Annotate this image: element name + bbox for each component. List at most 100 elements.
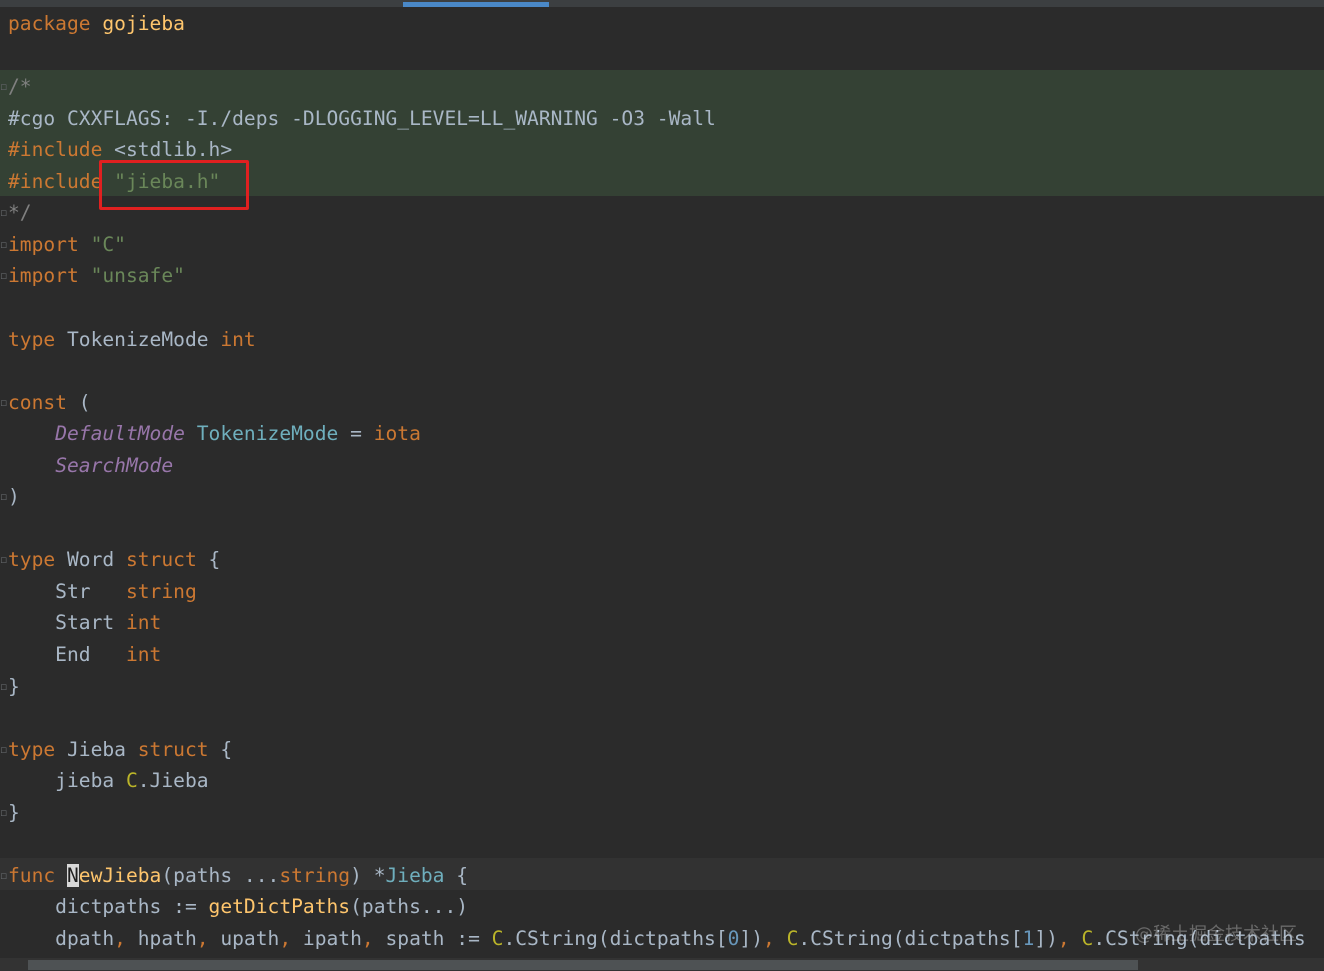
code-line[interactable]: } [8,671,20,702]
code-token: func [8,863,56,887]
code-token: ( [66,390,91,414]
code-token: jieba [8,769,126,793]
code-line[interactable]: Str string [8,576,197,607]
code-token: DefaultMode [55,422,185,446]
code-token: { [208,737,233,761]
code-token: hpath [125,926,197,950]
code-line[interactable]: */ [8,197,32,228]
code-token: 0 [727,926,740,950]
code-token: ) [8,485,20,509]
code-token: N [66,863,79,887]
fold-marker-icon[interactable]: ▫ [0,671,8,702]
code-token: spath := [373,926,492,950]
code-line[interactable]: dpath, hpath, upath, ipath, spath := C.C… [8,923,1305,954]
code-line[interactable]: type Word struct { [8,544,220,575]
code-line[interactable]: type TokenizeMode int [8,324,256,355]
horizontal-scrollbar[interactable] [0,958,1324,971]
code-line[interactable]: package gojieba [8,8,185,39]
code-token: C [786,926,799,950]
code-line[interactable]: jieba C.Jieba [8,765,208,796]
code-token: "unsafe" [90,264,185,288]
code-line[interactable]: ) [8,481,20,512]
code-token: upath [208,926,280,950]
code-line[interactable]: /* [8,71,32,102]
editor-tab-bar [0,0,1324,7]
code-token: Word [55,548,126,572]
fold-marker-icon[interactable]: ▫ [0,197,8,228]
scrollbar-thumb[interactable] [28,960,1138,970]
code-token: End [8,643,126,666]
code-editor[interactable]: ▫ ▫ ▫ ▫ ▫ ▫ ▫ ▫ ▫ ▫ ▫ package gojieba/* #cgo CXXFLA… [0,0,1324,971]
code-token: .CString(dictpaths[ [503,926,728,950]
code-token: int [125,611,162,635]
code-line[interactable]: #cgo CXXFLAGS: -I./deps -DLOGGING_LEVEL=… [8,103,716,134]
code-line[interactable]: const ( [8,387,91,418]
fold-marker-icon[interactable]: ▫ [0,544,8,575]
code-token: TokenizeMode [55,327,221,351]
fold-marker-icon[interactable]: ▫ [0,481,8,512]
active-tab-indicator[interactable] [403,2,549,7]
fold-marker-icon[interactable]: ▫ [0,797,8,828]
code-token: ]) [1034,926,1058,950]
code-token: ]) [739,926,763,950]
code-token: */ [8,201,32,225]
code-token: "C" [90,232,126,256]
code-line[interactable]: SearchMode [8,450,173,481]
code-token: type [8,737,56,761]
code-token: iota [373,422,421,446]
code-line[interactable]: End int [8,639,161,670]
fold-marker-icon[interactable]: ▫ [0,71,8,102]
fold-marker-icon[interactable]: ▫ [0,260,8,291]
code-token: { [444,863,469,887]
code-token: type [8,548,56,572]
code-line[interactable]: import "C" [8,229,126,260]
code-token: type [8,327,56,351]
watermark: @稀土掘金技术社区 [1135,924,1297,945]
code-token: .CString(dictpaths[ [798,926,1023,950]
fold-marker-icon[interactable]: ▫ [0,229,8,260]
code-token: int [125,643,162,666]
code-token: import [8,232,79,256]
code-line[interactable]: func NewJieba(paths ...string) *Jieba { [8,860,468,891]
fold-marker-icon[interactable]: ▫ [0,387,8,418]
code-line[interactable]: Start int [8,607,161,638]
code-line[interactable]: DefaultMode TokenizeMode = iota [8,418,421,449]
code-token: struct [137,737,209,761]
code-token: , [114,926,126,950]
code-token: int [220,327,256,351]
code-token: , [361,926,374,950]
code-token: struct [125,548,197,572]
fold-marker-icon[interactable]: ▫ [0,734,8,765]
code-line[interactable]: } [8,797,20,828]
code-token: string [279,863,351,887]
code-token: Start [8,611,126,635]
fold-marker-icon[interactable]: ▫ [0,860,8,891]
code-token: Jieba [55,737,138,761]
code-token: #include [8,138,103,162]
code-token: 1 [1022,926,1035,950]
code-token: , [279,926,292,950]
code-token: , [1057,926,1070,950]
code-token: <stdlib.h> [102,138,233,162]
code-token: gojieba [102,12,185,35]
code-line[interactable]: import "unsafe" [8,260,185,291]
code-token: Jieba [385,863,445,887]
code-token: const [8,390,67,414]
code-token: C [125,769,138,793]
code-token: ewJieba [78,863,162,887]
code-token: getDictPaths [208,895,351,919]
code-token: /* [8,75,32,99]
code-token: SearchMode [55,453,174,477]
code-line[interactable]: dictpaths := getDictPaths(paths...) [8,891,468,922]
code-line[interactable]: type Jieba struct { [8,734,232,765]
code-token: import [8,264,79,288]
